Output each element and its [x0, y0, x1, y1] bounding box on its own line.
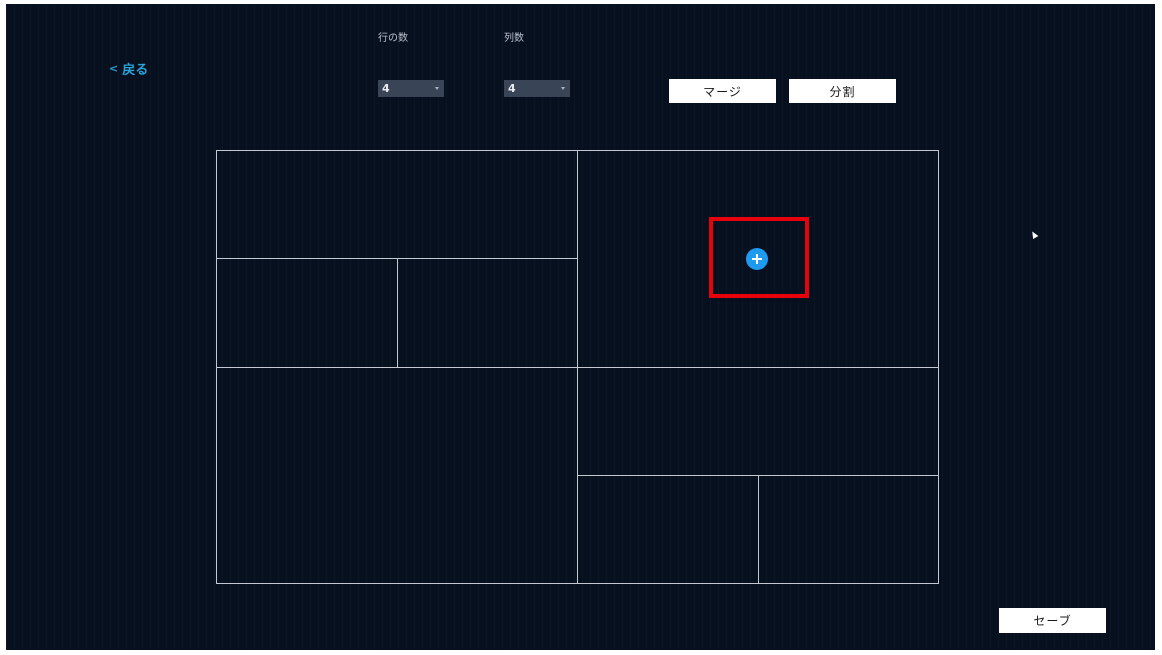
highlight-box [709, 217, 809, 298]
split-button[interactable]: 分割 [789, 79, 896, 103]
back-link[interactable]: < 戻る [109, 59, 148, 78]
rows-select[interactable]: 4 [378, 80, 444, 97]
chevron-down-icon [561, 87, 565, 90]
layout-cell[interactable] [758, 475, 939, 584]
layout-cell[interactable] [577, 475, 759, 584]
columns-label: 列数 [504, 33, 524, 44]
chevron-left-icon: < [109, 62, 119, 75]
layout-cell[interactable] [577, 367, 939, 476]
layout-cell[interactable] [216, 150, 578, 259]
merge-button[interactable]: マージ [669, 79, 776, 103]
mouse-cursor-icon [1029, 229, 1039, 240]
rows-label: 行の数 [378, 33, 408, 44]
layout-cell[interactable] [216, 258, 398, 368]
columns-select[interactable]: 4 [504, 80, 570, 97]
chevron-down-icon [435, 87, 439, 90]
rows-value: 4 [382, 82, 390, 95]
layout-cell[interactable] [216, 367, 578, 584]
layout-cell[interactable] [397, 258, 578, 368]
save-button[interactable]: セーブ [999, 608, 1106, 633]
columns-value: 4 [508, 82, 516, 95]
layout-editor-screen: < 戻る 行の数 4 列数 4 マージ 分割 セーブ [6, 4, 1155, 650]
back-label: 戻る [122, 63, 149, 78]
